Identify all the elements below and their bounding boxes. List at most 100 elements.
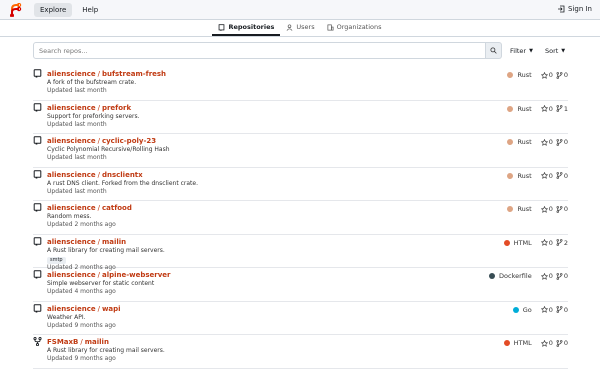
tab-organizations[interactable]: Organizations [321,20,388,36]
repo-stars[interactable]: 0 [540,272,553,280]
tab-users-label: Users [296,23,315,31]
star-icon [540,272,548,280]
repo-owner[interactable]: FSMaxB [47,338,78,346]
star-icon [540,105,548,112]
repo-row: alienscience / catfood Random mess. Updated … [33,201,568,235]
repo-row: alienscience / dnsclientx A rust DNS client… [33,168,568,201]
nav-help[interactable]: Help [76,3,104,17]
repo-stars[interactable]: 0 [540,239,553,247]
repo-title[interactable]: alienscience / prefork [47,104,568,113]
sign-in-icon [558,5,565,13]
repo-owner[interactable]: alienscience [47,305,96,313]
fork-icon [556,105,563,112]
repo-name[interactable]: catfood [102,204,132,212]
star-icon [540,138,548,146]
repo-stars[interactable]: 0 [540,339,553,347]
star-count: 0 [548,339,553,347]
repo-forks[interactable]: 0 [556,339,568,347]
repo-separator: / [97,70,100,78]
star-count: 0 [548,205,553,213]
repo-name[interactable]: bufstream-fresh [102,70,166,78]
repo-name[interactable]: wapi [102,305,121,313]
filter-label: Filter [510,46,527,55]
star-count: 0 [548,171,553,180]
repo-title[interactable]: alienscience / cyclic-poly-23 [47,137,568,146]
repo-forks[interactable]: 1 [556,105,568,113]
repo-name[interactable]: prefork [102,104,131,112]
repo-forks[interactable]: 0 [556,205,568,213]
person-icon [286,23,293,31]
repo-title[interactable]: alienscience / catfood [47,204,568,213]
repo-owner[interactable]: alienscience [47,204,96,212]
repo-icon [33,136,42,145]
star-count: 0 [548,71,553,79]
fork-icon [556,205,563,213]
repo-row: alienscience / wapi Weather API. Updated 9 m… [33,302,568,335]
repo-title[interactable]: alienscience / wapi [47,305,568,314]
repo-stars[interactable]: 0 [540,205,553,213]
sign-in-link[interactable]: Sign In [557,5,592,13]
repo-title[interactable]: alienscience / mailin [47,238,568,247]
sort-dropdown[interactable]: Sort ▼ [545,47,565,55]
star-count: 0 [548,104,553,113]
language-color-dot [512,306,519,313]
repo-separator: / [97,271,100,279]
search-row: Search repos... Filter ▼ Sort ▼ [33,42,568,59]
repo-list: alienscience / bufstream-fresh A fork of th… [33,67,568,369]
forgejo-logo-icon[interactable] [8,2,22,17]
repo-name[interactable]: cyclic-poly-23 [102,137,156,145]
repo-title[interactable]: FSMaxB / mailin [47,338,568,347]
repo-owner[interactable]: alienscience [47,104,96,112]
repo-name[interactable]: alpine-webserver [102,271,171,279]
repo-forks[interactable]: 2 [556,239,568,247]
repo-forks[interactable]: 0 [556,272,568,280]
repo-forks[interactable]: 0 [556,138,568,146]
fork-icon [556,71,563,79]
repo-icon [33,270,42,279]
repo-owner[interactable]: alienscience [47,171,96,179]
repo-meta: Rust 0 0 [507,138,568,146]
repo-updated: Updated last month [47,187,107,195]
repo-description: Support for preforking servers. [47,112,140,120]
repo-forks[interactable]: 0 [556,306,568,314]
tab-repositories[interactable]: Repositories [212,20,281,36]
repo-meta: HTML 0 2 [503,239,568,247]
repo-description: A rust DNS client. Forked from the dnscl… [47,179,198,187]
search-input[interactable]: Search repos... [33,42,486,59]
filter-dropdown[interactable]: Filter ▼ [510,47,533,55]
repo-stars[interactable]: 0 [540,104,553,113]
tab-users[interactable]: Users [280,20,320,36]
repo-owner[interactable]: alienscience [47,70,96,78]
chevron-down-icon: ▼ [529,47,533,54]
repo-title[interactable]: alienscience / bufstream-fresh [47,70,568,79]
repo-owner[interactable]: alienscience [47,238,96,246]
chevron-down-icon: ▼ [561,47,566,54]
repo-row: alienscience / prefork Support for preforki… [33,101,568,134]
repo-name[interactable]: mailin [102,238,126,246]
repo-stars[interactable]: 0 [540,171,553,180]
repo-forks[interactable]: 0 [556,172,568,180]
repo-stars[interactable]: 0 [540,138,553,146]
repo-title[interactable]: alienscience / dnsclientx [47,171,568,180]
repo-description: Simple webserver for static content [47,280,155,287]
repo-stars[interactable]: 0 [540,71,553,79]
repo-language: Rust [517,205,532,213]
repo-owner[interactable]: alienscience [47,271,96,279]
repo-updated: Updated 9 months ago [47,355,116,362]
repo-stars[interactable]: 0 [540,306,553,314]
topic-badge[interactable]: smtp [47,256,66,264]
repo-name[interactable]: dnsclientx [102,171,143,179]
repo-updated: Updated 2 months ago [47,221,116,228]
repo-owner[interactable]: alienscience [47,137,96,145]
repo-updated: Updated 9 months ago [47,321,116,329]
star-count: 0 [548,138,553,146]
tab-organizations-label: Organizations [336,23,382,31]
nav-explore[interactable]: Explore [34,2,73,17]
repo-language: Go [522,305,532,314]
repo-updated: Updated last month [47,120,107,128]
language-color-dot [507,72,514,78]
repo-name[interactable]: mailin [85,338,109,346]
organization-icon [327,24,334,30]
repo-forks[interactable]: 0 [556,71,568,79]
search-button[interactable] [486,42,502,59]
